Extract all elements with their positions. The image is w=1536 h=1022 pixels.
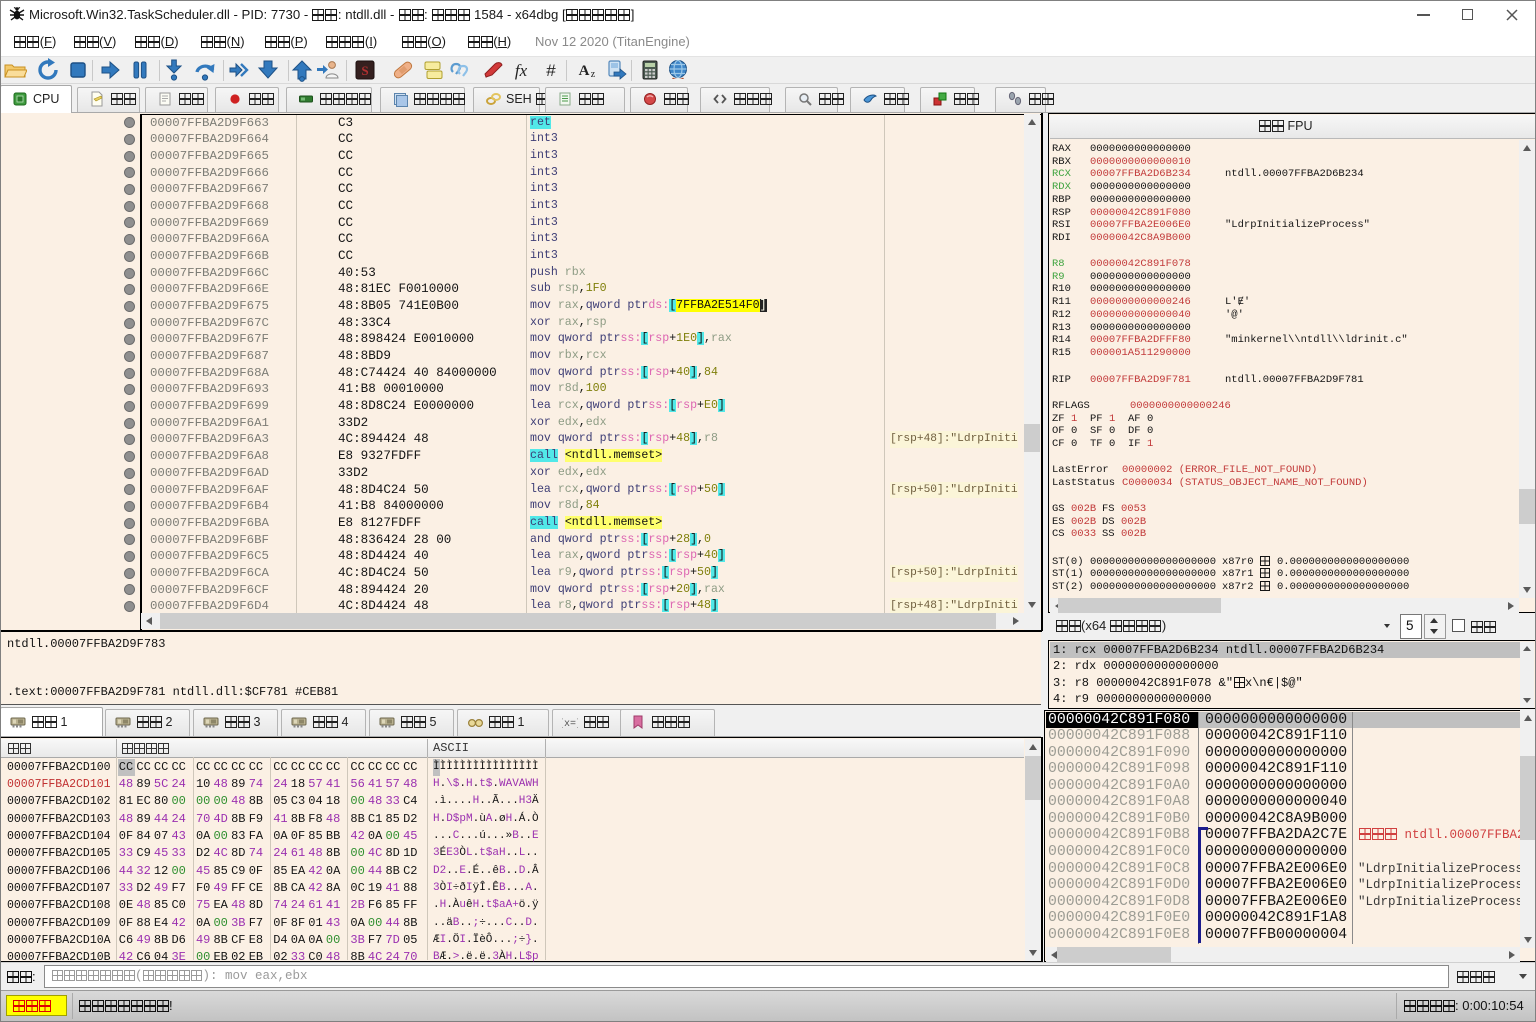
svg-text:fx: fx [515,61,528,80]
svg-text:[x=]: [x=] [562,718,578,730]
svg-text:A: A [579,63,590,79]
svg-text:z: z [591,69,596,80]
svg-text:#: # [546,61,556,80]
svg-text:S: S [361,63,368,78]
